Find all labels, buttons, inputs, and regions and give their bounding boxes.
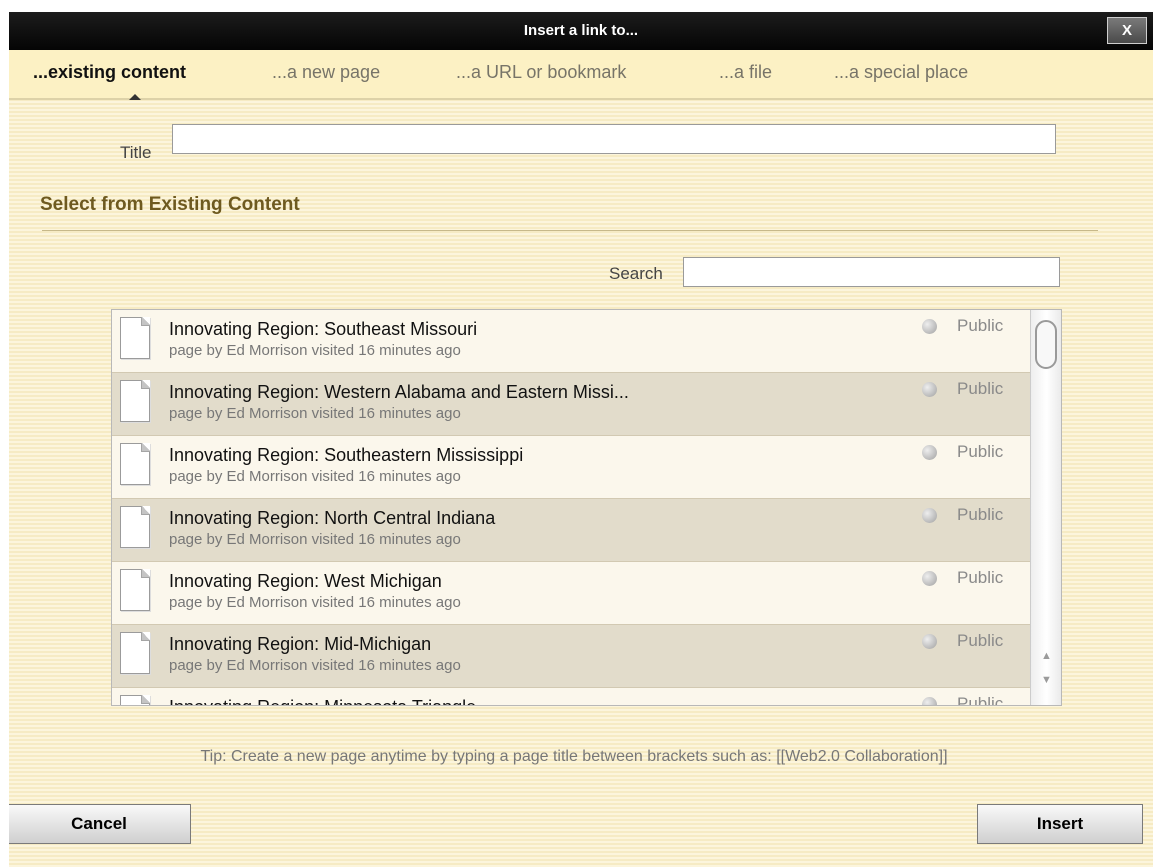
insert-link-dialog: Insert a link to... X ...existing conten…	[9, 12, 1153, 867]
item-title: Innovating Region: Western Alabama and E…	[169, 382, 629, 402]
scroll-thumb[interactable]	[1035, 320, 1057, 369]
item-meta: page by Ed Morrison visited 16 minutes a…	[169, 468, 461, 485]
globe-icon	[922, 382, 937, 397]
visibility-label: Public	[957, 568, 1004, 587]
visibility-label: Public	[957, 505, 1004, 524]
item-title: Innovating Region: Mid-Michigan	[169, 634, 432, 654]
page-icon	[120, 695, 150, 705]
list-item[interactable]: Innovating Region: West Michigan page by…	[112, 562, 1030, 625]
item-title: Innovating Region: Minnesota Triangle	[169, 697, 476, 705]
globe-icon	[922, 319, 937, 334]
list-item[interactable]: Innovating Region: Southeast Missouri pa…	[112, 310, 1030, 373]
dialog-title: Insert a link to...	[523, 22, 639, 39]
page-icon	[120, 443, 150, 485]
section-divider	[42, 230, 1098, 231]
list-item[interactable]: Innovating Region: Southeastern Mississi…	[112, 436, 1030, 499]
title-label: Title	[120, 143, 152, 162]
scroll-up-icon[interactable]: ▲	[1031, 645, 1061, 668]
list-item[interactable]: Innovating Region: North Central Indiana…	[112, 499, 1030, 562]
item-meta: page by Ed Morrison visited 16 minutes a…	[169, 405, 461, 422]
dialog-titlebar: Insert a link to... X	[9, 12, 1153, 50]
tip-text: Tip: Create a new page anytime by typing…	[200, 748, 948, 765]
item-title: Innovating Region: Southeastern Mississi…	[169, 445, 524, 465]
page-icon	[120, 506, 150, 548]
item-meta: page by Ed Morrison visited 16 minutes a…	[169, 657, 461, 674]
visibility-label: Public	[957, 694, 1004, 706]
globe-icon	[922, 697, 937, 705]
item-meta: page by Ed Morrison visited 16 minutes a…	[169, 531, 461, 548]
tab-special-place[interactable]: ...a special place	[834, 62, 968, 83]
tab-new-page[interactable]: ...a new page	[272, 62, 380, 83]
visibility-label: Public	[957, 316, 1004, 335]
list-item[interactable]: Innovating Region: Mid-Michigan page by …	[112, 625, 1030, 688]
list-item[interactable]: Innovating Region: Minnesota Triangle Pu…	[112, 688, 1030, 706]
item-meta: page by Ed Morrison visited 16 minutes a…	[169, 342, 461, 359]
tab-existing-content[interactable]: ...existing content	[33, 62, 186, 83]
section-heading: Select from Existing Content	[40, 194, 300, 215]
page-icon	[120, 317, 150, 359]
active-tab-indicator-icon	[129, 94, 141, 100]
visibility-label: Public	[957, 631, 1004, 650]
page-icon	[120, 632, 150, 674]
item-title: Innovating Region: West Michigan	[169, 571, 442, 591]
close-button[interactable]: X	[1107, 17, 1147, 44]
tab-file[interactable]: ...a file	[719, 62, 772, 83]
scroll-down-icon[interactable]: ▼	[1031, 669, 1061, 692]
search-input[interactable]	[683, 257, 1060, 287]
list-item[interactable]: Innovating Region: Western Alabama and E…	[112, 373, 1030, 436]
list-scrollbar[interactable]: ▲ ▼	[1030, 310, 1061, 705]
item-meta: page by Ed Morrison visited 16 minutes a…	[169, 594, 461, 611]
title-input[interactable]	[172, 124, 1056, 154]
content-list: Innovating Region: Southeast Missouri pa…	[111, 309, 1062, 706]
cancel-button[interactable]: Cancel	[9, 804, 191, 844]
item-title: Innovating Region: North Central Indiana	[169, 508, 496, 528]
globe-icon	[922, 445, 937, 460]
search-label: Search	[609, 264, 663, 283]
visibility-label: Public	[957, 442, 1004, 461]
globe-icon	[922, 571, 937, 586]
link-type-tabs: ...existing content ...a new page ...a U…	[9, 50, 1153, 100]
page-icon	[120, 569, 150, 611]
globe-icon	[922, 634, 937, 649]
visibility-label: Public	[957, 379, 1004, 398]
insert-button[interactable]: Insert	[977, 804, 1143, 844]
page-icon	[120, 380, 150, 422]
item-title: Innovating Region: Southeast Missouri	[169, 319, 478, 339]
tab-url-or-bookmark[interactable]: ...a URL or bookmark	[456, 62, 626, 83]
globe-icon	[922, 508, 937, 523]
